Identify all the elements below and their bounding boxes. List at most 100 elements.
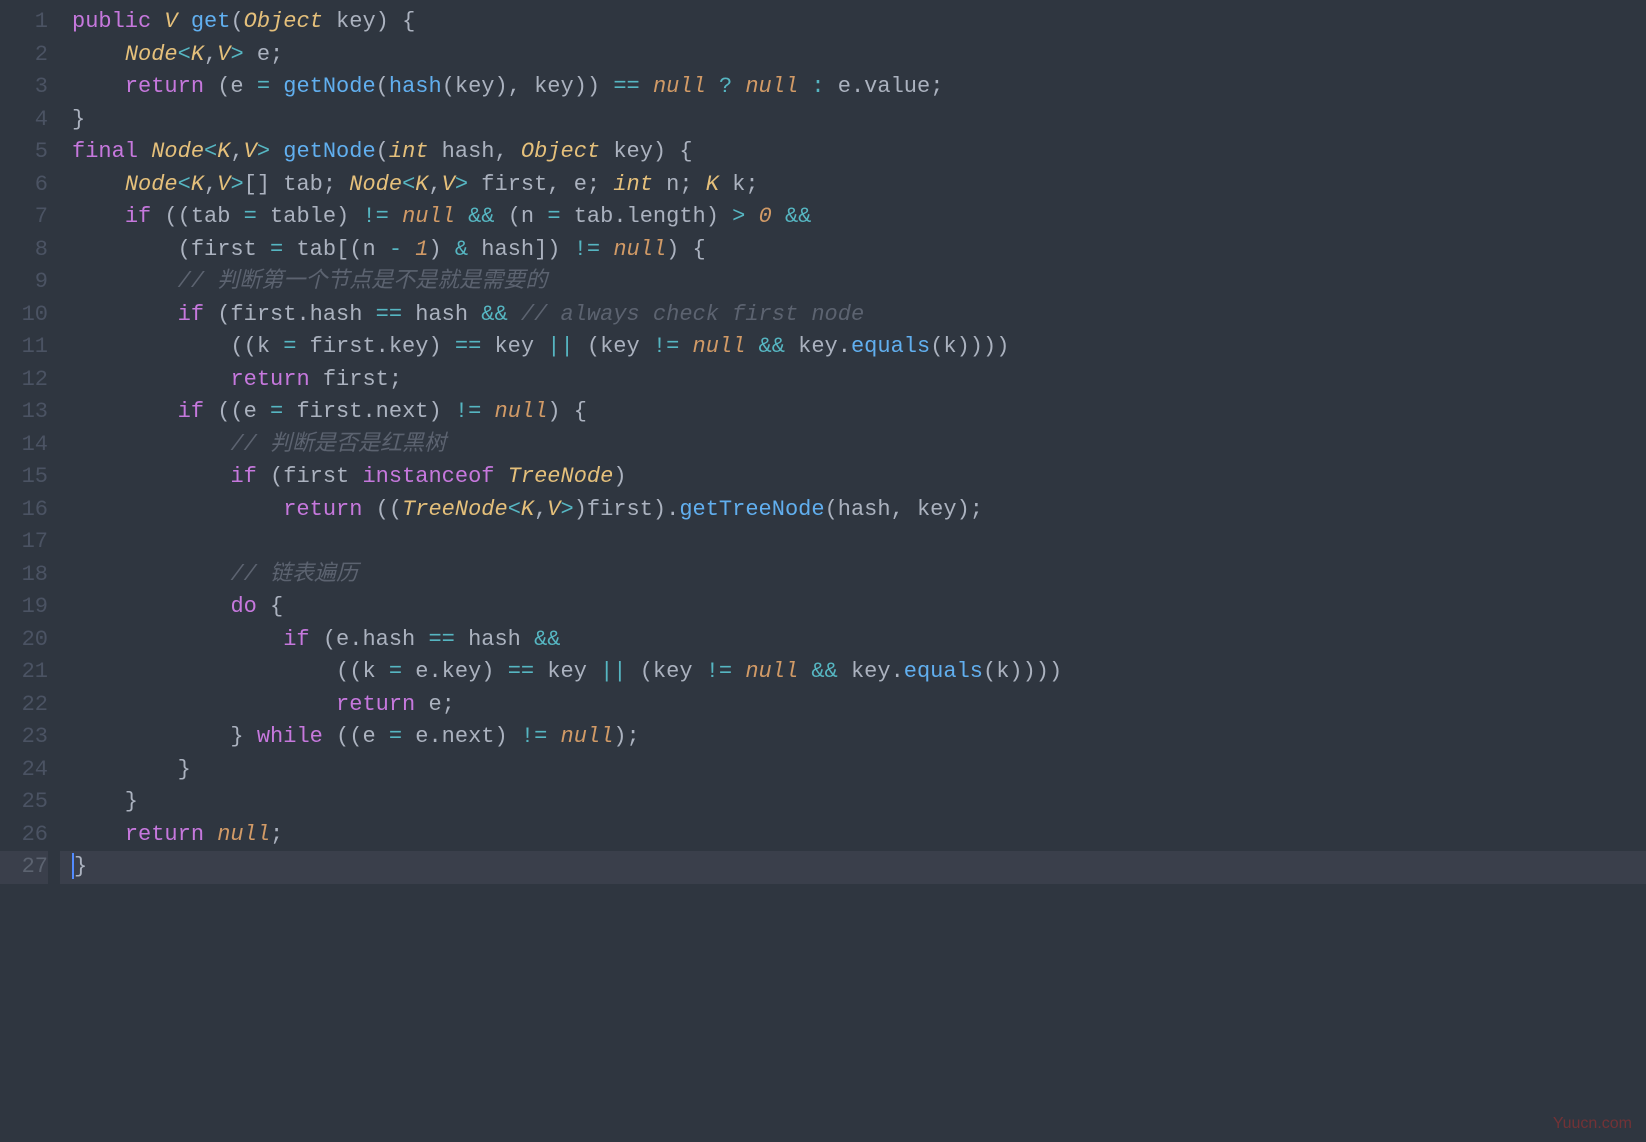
code-token: null — [561, 724, 614, 749]
code-token: public — [72, 9, 164, 34]
code-token — [798, 659, 811, 684]
code-token: != — [653, 334, 679, 359]
code-token: table) — [257, 204, 363, 229]
code-token: 0 — [759, 204, 772, 229]
code-line[interactable]: ((k = first.key) == key || (key != null … — [60, 331, 1646, 364]
code-token: K — [521, 497, 534, 522]
code-token: < — [178, 172, 191, 197]
code-token: // always check first node — [521, 302, 864, 327]
code-line[interactable]: // 链表遍历 — [60, 559, 1646, 592]
code-token — [508, 302, 521, 327]
code-area[interactable]: public V get(Object key) { Node<K,V> e; … — [60, 0, 1646, 1142]
code-token: , — [428, 172, 441, 197]
code-token: e; — [415, 692, 455, 717]
code-line[interactable]: // 判断第一个节点是不是就是需要的 — [60, 266, 1646, 299]
code-token: n; — [653, 172, 706, 197]
code-line[interactable]: (first = tab[(n - 1) & hash]) != null) { — [60, 234, 1646, 267]
code-line[interactable]: if ((tab = table) != null && (n = tab.le… — [60, 201, 1646, 234]
code-line[interactable]: } — [60, 851, 1646, 884]
code-token: K — [191, 172, 204, 197]
code-token: (first — [72, 237, 270, 262]
code-line[interactable]: do { — [60, 591, 1646, 624]
code-token: , — [204, 172, 217, 197]
code-token: getNode — [283, 74, 375, 99]
code-token: == — [376, 302, 402, 327]
code-token: Object — [521, 139, 600, 164]
code-token — [402, 237, 415, 262]
line-number: 6 — [0, 169, 48, 202]
code-editor[interactable]: 1234567891011121314151617181920212223242… — [0, 0, 1646, 1142]
code-token — [72, 497, 283, 522]
code-token: if — [178, 399, 204, 424]
code-line[interactable]: ((k = e.key) == key || (key != null && k… — [60, 656, 1646, 689]
line-number: 24 — [0, 754, 48, 787]
code-token: K — [415, 172, 428, 197]
code-token: if — [230, 464, 256, 489]
code-token — [72, 74, 125, 99]
code-token: ( — [376, 139, 389, 164]
code-line[interactable]: public V get(Object key) { — [60, 6, 1646, 39]
code-token — [72, 822, 125, 847]
code-token: K — [706, 172, 719, 197]
code-token: V — [244, 139, 257, 164]
code-token: < — [178, 42, 191, 67]
code-token: = — [389, 659, 402, 684]
code-line[interactable] — [60, 526, 1646, 559]
code-token — [72, 399, 178, 424]
code-line[interactable]: final Node<K,V> getNode(int hash, Object… — [60, 136, 1646, 169]
code-token: (e.hash — [310, 627, 429, 652]
code-line[interactable]: if ((e = first.next) != null) { — [60, 396, 1646, 429]
code-token: null — [613, 237, 666, 262]
code-token: ((k — [72, 334, 283, 359]
code-token: ? — [719, 74, 732, 99]
code-token: [] tab; — [244, 172, 350, 197]
code-token: (n — [495, 204, 548, 229]
code-token — [72, 302, 178, 327]
code-line[interactable]: return e; — [60, 689, 1646, 722]
code-line[interactable]: Node<K,V> e; — [60, 39, 1646, 72]
code-line[interactable]: } while ((e = e.next) != null); — [60, 721, 1646, 754]
code-token: (key — [574, 334, 653, 359]
code-token — [178, 9, 191, 34]
code-token: = — [244, 204, 257, 229]
code-token: == — [508, 659, 534, 684]
code-line[interactable]: return ((TreeNode<K,V>)first).getTreeNod… — [60, 494, 1646, 527]
code-token — [389, 204, 402, 229]
code-token: e; — [244, 42, 284, 67]
code-line[interactable]: if (first.hash == hash && // always chec… — [60, 299, 1646, 332]
code-token: tab.length) — [561, 204, 733, 229]
code-token: // 判断第一个节点是不是就是需要的 — [178, 269, 548, 294]
code-token: = — [389, 724, 402, 749]
code-token: hash, — [428, 139, 520, 164]
code-token: (k)))) — [930, 334, 1009, 359]
code-token: (first.hash — [204, 302, 376, 327]
code-line[interactable]: } — [60, 104, 1646, 137]
code-token: // 链表遍历 — [230, 562, 358, 587]
code-line[interactable]: if (first instanceof TreeNode) — [60, 461, 1646, 494]
code-line[interactable]: Node<K,V>[] tab; Node<K,V> first, e; int… — [60, 169, 1646, 202]
code-line[interactable]: return first; — [60, 364, 1646, 397]
code-token: null — [693, 334, 746, 359]
code-token: < — [204, 139, 217, 164]
line-number: 14 — [0, 429, 48, 462]
code-line[interactable]: // 判断是否是红黑树 — [60, 429, 1646, 462]
code-line[interactable]: if (e.hash == hash && — [60, 624, 1646, 657]
code-token: (k)))) — [983, 659, 1062, 684]
code-line[interactable]: return (e = getNode(hash(key), key)) == … — [60, 71, 1646, 104]
code-token — [270, 139, 283, 164]
code-line[interactable]: return null; — [60, 819, 1646, 852]
code-token: key) { — [323, 9, 415, 34]
code-line[interactable]: } — [60, 754, 1646, 787]
code-token: TreeNode — [402, 497, 508, 522]
code-token: first, e; — [468, 172, 613, 197]
code-token — [679, 334, 692, 359]
code-token: e.next) — [402, 724, 521, 749]
code-line[interactable]: } — [60, 786, 1646, 819]
code-token: (key), key)) — [442, 74, 614, 99]
code-token: { — [257, 594, 283, 619]
code-token: ( — [230, 9, 243, 34]
code-token: < — [508, 497, 521, 522]
code-token: = — [270, 237, 283, 262]
line-number: 3 — [0, 71, 48, 104]
code-token: if — [283, 627, 309, 652]
